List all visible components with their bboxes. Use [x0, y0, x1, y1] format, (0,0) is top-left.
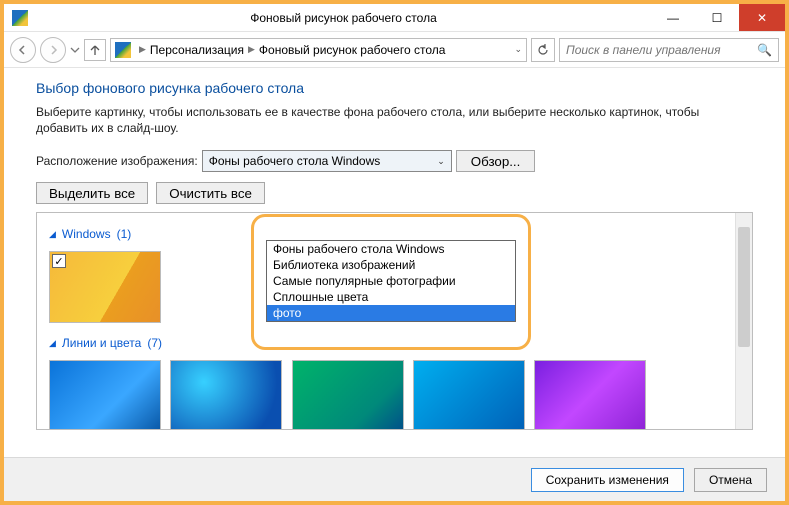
wallpaper-thumb-windows-1[interactable]: ✓: [49, 251, 161, 323]
image-location-selected: Фоны рабочего стола Windows: [209, 154, 437, 168]
wallpaper-thumb-lines-4[interactable]: [413, 360, 525, 429]
up-button[interactable]: [84, 39, 106, 61]
browse-button[interactable]: Обзор...: [456, 150, 536, 172]
chevron-right-icon: ▶: [248, 44, 255, 55]
clear-all-button[interactable]: Очистить все: [156, 182, 265, 204]
back-button[interactable]: [10, 37, 36, 63]
dropdown-option-2[interactable]: Самые популярные фотографии: [267, 273, 515, 289]
minimize-button[interactable]: —: [651, 4, 695, 31]
title-bar: Фоновый рисунок рабочего стола — ☐ ✕: [4, 4, 785, 32]
breadcrumb[interactable]: ▶ Персонализация ▶ Фоновый рисунок рабоч…: [110, 38, 527, 62]
image-location-label: Расположение изображения:: [36, 154, 198, 168]
breadcrumb-item-1[interactable]: Персонализация: [150, 43, 244, 57]
scrollbar-thumb[interactable]: [738, 227, 750, 347]
chevron-right-icon: ▶: [139, 44, 146, 55]
image-location-dropdown[interactable]: Фоны рабочего стола Windows Библиотека и…: [266, 240, 516, 322]
dropdown-option-1[interactable]: Библиотека изображений: [267, 257, 515, 273]
content-area: Выбор фонового рисунка рабочего стола Вы…: [4, 68, 785, 430]
window-frame: Фоновый рисунок рабочего стола — ☐ ✕ ▶ П…: [0, 0, 789, 505]
select-all-button[interactable]: Выделить все: [36, 182, 148, 204]
collapse-icon: ◢: [49, 338, 56, 349]
page-description: Выберите картинку, чтобы использовать ее…: [36, 104, 736, 136]
nav-bar: ▶ Персонализация ▶ Фоновый рисунок рабоч…: [4, 32, 785, 68]
maximize-button[interactable]: ☐: [695, 4, 739, 31]
search-box[interactable]: 🔍: [559, 38, 779, 62]
group-title: Windows: [62, 227, 111, 241]
arrow-right-icon: [47, 44, 59, 56]
control-panel-icon: [115, 42, 131, 58]
refresh-icon: [537, 44, 549, 56]
chevron-down-icon: ⌄: [437, 156, 445, 167]
group-count: (7): [147, 336, 162, 350]
image-location-select[interactable]: Фоны рабочего стола Windows ⌄: [202, 150, 452, 172]
wallpaper-thumb-lines-2[interactable]: [170, 360, 282, 429]
dropdown-option-3[interactable]: Сплошные цвета: [267, 289, 515, 305]
thumb-checkbox[interactable]: ✓: [52, 254, 66, 268]
forward-button[interactable]: [40, 37, 66, 63]
breadcrumb-item-2[interactable]: Фоновый рисунок рабочего стола: [259, 43, 446, 57]
wallpaper-thumb-lines-1[interactable]: [49, 360, 161, 429]
window-title: Фоновый рисунок рабочего стола: [36, 11, 651, 25]
dropdown-option-0[interactable]: Фоны рабочего стола Windows: [267, 241, 515, 257]
selection-row: Выделить все Очистить все: [36, 182, 753, 204]
chevron-down-icon[interactable]: [70, 45, 80, 55]
refresh-button[interactable]: [531, 38, 555, 62]
dropdown-option-4[interactable]: фото: [267, 305, 515, 321]
footer: Сохранить изменения Отмена: [4, 457, 785, 501]
save-button[interactable]: Сохранить изменения: [531, 468, 684, 492]
app-icon: [12, 10, 28, 26]
collapse-icon: ◢: [49, 229, 56, 240]
window-buttons: — ☐ ✕: [651, 4, 785, 31]
cancel-button[interactable]: Отмена: [694, 468, 767, 492]
close-button[interactable]: ✕: [739, 4, 785, 31]
page-heading: Выбор фонового рисунка рабочего стола: [36, 80, 753, 96]
group-count: (1): [117, 227, 132, 241]
wallpaper-thumb-lines-5[interactable]: [534, 360, 646, 429]
group-header-lines[interactable]: ◢ Линии и цвета (7): [49, 336, 723, 350]
gallery-scrollbar[interactable]: [735, 213, 752, 429]
search-icon: 🔍: [757, 43, 772, 57]
image-location-row: Расположение изображения: Фоны рабочего …: [36, 150, 753, 172]
group-title: Линии и цвета: [62, 336, 141, 350]
search-input[interactable]: [566, 43, 753, 57]
breadcrumb-drop-icon[interactable]: ⌄: [514, 44, 522, 55]
arrow-left-icon: [17, 44, 29, 56]
arrow-up-icon: [89, 44, 101, 56]
wallpaper-thumb-lines-3[interactable]: [292, 360, 404, 429]
